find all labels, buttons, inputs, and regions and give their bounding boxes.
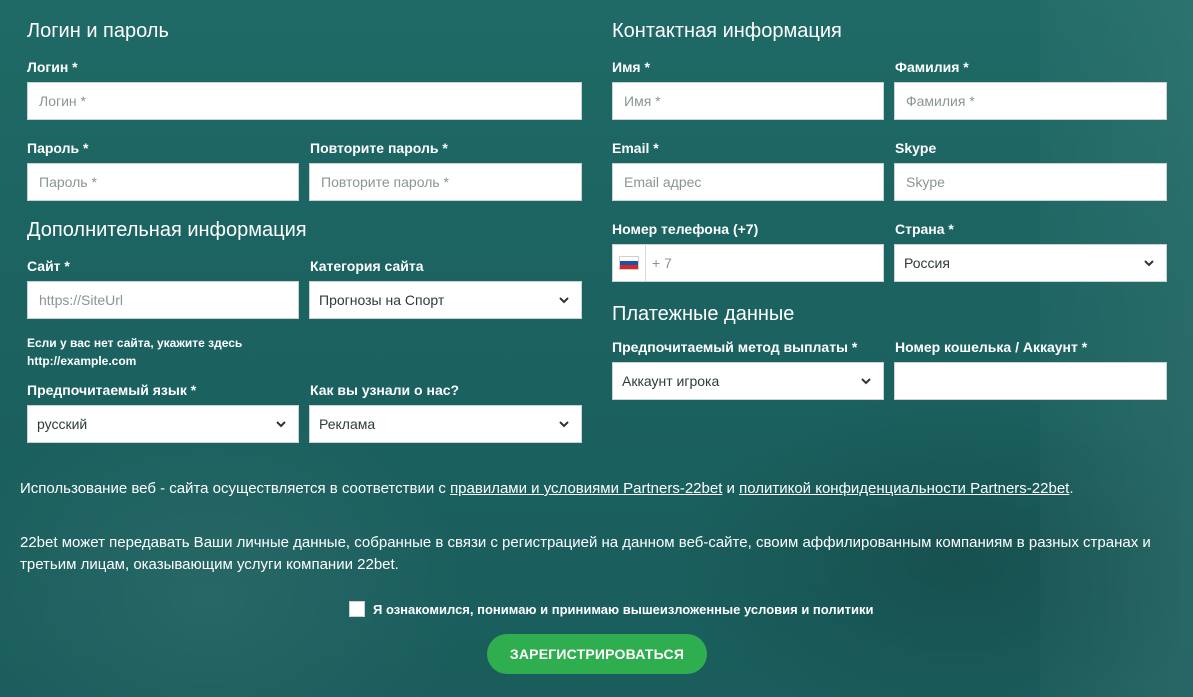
data-sharing-paragraph: 22bet может передавать Ваши личные данны… xyxy=(20,534,1151,573)
password-input[interactable] xyxy=(37,163,289,201)
russia-flag-icon[interactable] xyxy=(613,245,646,281)
phone-label: Номер телефона (+7) xyxy=(612,221,759,237)
terms-suffix: . xyxy=(1069,480,1074,497)
site-input[interactable] xyxy=(37,281,289,319)
country-value: Россия xyxy=(904,255,950,271)
skype-label: Skype xyxy=(895,140,937,156)
first-name-field[interactable] xyxy=(612,82,884,120)
phone-input[interactable] xyxy=(646,245,883,281)
source-label: Как вы узнали о нас? xyxy=(310,382,460,398)
repeat-password-field[interactable] xyxy=(309,163,582,201)
chevron-down-icon xyxy=(1141,255,1157,271)
agree-text: Я ознакомился, понимаю и принимаю вышеиз… xyxy=(373,601,874,617)
skype-field[interactable] xyxy=(894,163,1167,201)
payment-method-label: Предпочитаемый метод выплаты * xyxy=(612,339,858,355)
login-label: Логин * xyxy=(27,59,78,75)
payment-section-title: Платежные данные xyxy=(612,303,795,325)
category-value: Прогнозы на Спорт xyxy=(319,292,445,308)
repeat-password-input[interactable] xyxy=(319,163,572,201)
source-select[interactable]: Реклама xyxy=(309,405,582,443)
chevron-down-icon xyxy=(273,416,289,432)
site-note-line2: http://example.com xyxy=(27,354,137,368)
category-select[interactable]: Прогнозы на Спорт xyxy=(309,281,582,319)
first-name-label: Имя * xyxy=(612,59,650,75)
login-section-title: Логин и пароль xyxy=(27,20,169,42)
language-label: Предпочитаемый язык * xyxy=(27,382,197,398)
site-note: Если у вас нет сайта, укажите здесь http… xyxy=(27,334,242,370)
wallet-field[interactable] xyxy=(894,362,1167,400)
country-label: Страна * xyxy=(895,221,954,237)
site-label: Сайт * xyxy=(27,258,70,274)
language-select[interactable]: русский xyxy=(27,405,299,443)
site-field[interactable] xyxy=(27,281,299,319)
language-value: русский xyxy=(37,416,88,432)
email-label: Email * xyxy=(612,140,659,156)
first-name-input[interactable] xyxy=(622,82,874,120)
phone-field[interactable] xyxy=(612,244,884,282)
chevron-down-icon xyxy=(556,292,572,308)
chevron-down-icon xyxy=(858,373,874,389)
register-button[interactable]: ЗАРЕГИСТРИРОВАТЬСЯ xyxy=(487,634,707,674)
chevron-down-icon xyxy=(556,416,572,432)
terms-prefix: Использование веб - сайта осуществляется… xyxy=(20,480,451,497)
email-input[interactable] xyxy=(622,163,874,201)
privacy-link[interactable]: политикой конфиденциальности Partners-22… xyxy=(739,480,1069,497)
login-input[interactable] xyxy=(37,82,572,120)
last-name-label: Фамилия * xyxy=(895,59,969,75)
terms-link[interactable]: правилами и условиями Partners-22bet xyxy=(450,480,722,497)
contact-section-title: Контактная информация xyxy=(612,20,842,42)
wallet-label: Номер кошелька / Аккаунт * xyxy=(895,339,1088,355)
country-select[interactable]: Россия xyxy=(894,244,1167,282)
payment-method-select[interactable]: Аккаунт игрока xyxy=(612,362,884,400)
site-note-line1: Если у вас нет сайта, укажите здесь xyxy=(27,336,243,350)
category-label: Категория сайта xyxy=(310,258,424,274)
additional-section-title: Дополнительная информация xyxy=(27,219,307,241)
login-field[interactable] xyxy=(27,82,582,120)
agree-row[interactable]: Я ознакомился, понимаю и принимаю вышеиз… xyxy=(349,601,874,617)
payment-method-value: Аккаунт игрока xyxy=(622,373,720,389)
email-field[interactable] xyxy=(612,163,884,201)
password-field[interactable] xyxy=(27,163,299,201)
repeat-password-label: Повторите пароль * xyxy=(310,140,448,156)
password-label: Пароль * xyxy=(27,140,89,156)
terms-mid: и xyxy=(722,480,740,497)
source-value: Реклама xyxy=(319,416,376,432)
wallet-input[interactable] xyxy=(904,362,1157,400)
terms-paragraph: Использование веб - сайта осуществляется… xyxy=(20,478,1180,500)
last-name-field[interactable] xyxy=(894,82,1167,120)
last-name-input[interactable] xyxy=(904,82,1157,120)
skype-input[interactable] xyxy=(904,163,1157,201)
agree-checkbox[interactable] xyxy=(349,601,365,617)
